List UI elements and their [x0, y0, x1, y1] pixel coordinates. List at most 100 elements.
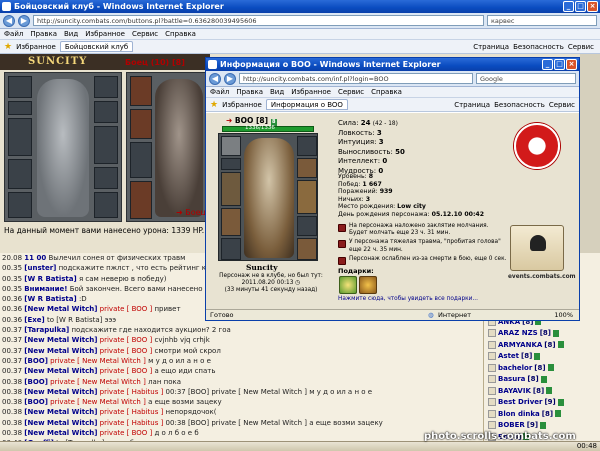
- chat-private-tag[interactable]: private [ Habitus ]: [100, 408, 164, 416]
- minimize-button[interactable]: _: [563, 1, 574, 12]
- chat-nick[interactable]: [New Metal Witch]: [24, 336, 97, 344]
- helmet-slot[interactable]: [221, 136, 241, 156]
- user-list-item[interactable]: Astet [8]: [484, 351, 600, 363]
- tab-info-boo[interactable]: Информация о BOO: [265, 99, 348, 110]
- gloves-slot[interactable]: [94, 101, 118, 123]
- tool-security[interactable]: Безопасность: [513, 43, 564, 51]
- chat-private-tag[interactable]: private [ BOO ]: [100, 305, 153, 313]
- shield-slot[interactable]: [94, 126, 118, 164]
- user-name[interactable]: Astet: [498, 352, 519, 360]
- gifts-hint-link[interactable]: Нажмите сюда, чтобы увидеть все подарки.…: [338, 296, 478, 302]
- chat-private-tag[interactable]: private [ BOO ]: [100, 429, 153, 437]
- user-list-item[interactable]: Basura [8]: [484, 374, 600, 386]
- user-info-icon[interactable]: [488, 409, 496, 418]
- tool-page[interactable]: Страница: [473, 43, 509, 51]
- chat-private-tag[interactable]: private [ BOO ]: [100, 336, 153, 344]
- menu-item[interactable]: Избранное: [291, 87, 331, 97]
- menu-item[interactable]: Правка: [30, 29, 57, 39]
- menu-item[interactable]: Файл: [4, 29, 23, 39]
- menu-item[interactable]: Справка: [371, 87, 402, 97]
- tool-service[interactable]: Сервис: [549, 101, 575, 109]
- ring-slot[interactable]: [94, 76, 118, 98]
- gift-item[interactable]: [339, 276, 357, 294]
- popup-favorites-button[interactable]: Избранное: [222, 101, 262, 109]
- menu-item[interactable]: Файл: [210, 87, 229, 97]
- popup-back-button[interactable]: ◀: [209, 72, 221, 85]
- user-info-icon[interactable]: [488, 329, 496, 338]
- clan-emblem-icon[interactable]: [514, 123, 560, 169]
- gloves-slot[interactable]: [297, 158, 317, 178]
- chat-nick[interactable]: Внимание!: [24, 285, 67, 293]
- menu-item[interactable]: Правка: [236, 87, 263, 97]
- effect-icon[interactable]: [338, 240, 346, 249]
- chat-nick[interactable]: [New Metal Witch]: [24, 388, 97, 396]
- popup-maximize-button[interactable]: □: [554, 59, 565, 70]
- popup-close-button[interactable]: ×: [566, 59, 577, 70]
- main-search-input[interactable]: карвес: [487, 15, 597, 26]
- chat-nick[interactable]: [W R Batista]: [24, 295, 76, 303]
- user-name[interactable]: BOBER: [498, 421, 525, 429]
- chat-nick[interactable]: [W R Batista]: [24, 275, 76, 283]
- boots-slot[interactable]: [297, 238, 317, 260]
- enemy-slot[interactable]: [130, 142, 152, 178]
- chat-nick[interactable]: [BOO]: [24, 398, 48, 406]
- ring-slot[interactable]: [297, 136, 317, 156]
- menu-item[interactable]: Справка: [165, 29, 196, 39]
- chat-nick[interactable]: [New Metal Witch]: [24, 305, 97, 313]
- user-list-item[interactable]: Best Driver [9]: [484, 397, 600, 409]
- tool-page[interactable]: Страница: [454, 101, 490, 109]
- user-list-item[interactable]: Blon dinka [8]: [484, 408, 600, 420]
- events-scroll-icon[interactable]: [510, 225, 564, 271]
- menu-item[interactable]: Вид: [270, 87, 284, 97]
- chat-nick[interactable]: [New Metal Witch]: [24, 347, 97, 355]
- chat-nick[interactable]: [New Metal Witch]: [24, 408, 97, 416]
- chat-nick[interactable]: [New Metal Witch]: [24, 419, 97, 427]
- user-name[interactable]: ARAZ NZS: [498, 329, 538, 337]
- user-list-item[interactable]: ARAZ NZS [8]: [484, 328, 600, 340]
- chat-nick[interactable]: [BOO]: [24, 378, 48, 386]
- menu-item[interactable]: Избранное: [85, 29, 125, 39]
- weapon-slot[interactable]: [8, 118, 32, 156]
- menu-item[interactable]: Вид: [64, 29, 78, 39]
- back-button[interactable]: ◀: [3, 14, 15, 27]
- chat-private-tag[interactable]: private [ Habitus ]: [100, 388, 164, 396]
- shield-slot[interactable]: [297, 180, 317, 214]
- legs-slot[interactable]: [297, 216, 317, 236]
- chat-private-tag[interactable]: private [ New Metal Witch ]: [50, 357, 146, 365]
- popup-search-input[interactable]: Google: [476, 73, 576, 84]
- close-button[interactable]: ×: [587, 1, 598, 12]
- user-info-icon[interactable]: [488, 375, 496, 384]
- popup-url-input[interactable]: http://suncity.combats.com/inf.pl?login=…: [239, 73, 473, 84]
- legs-slot[interactable]: [94, 167, 118, 189]
- user-info-icon[interactable]: [488, 421, 496, 430]
- side-label[interactable]: Боец: [185, 208, 206, 217]
- chat-nick[interactable]: [Exe]: [24, 316, 44, 324]
- armor-slot[interactable]: [221, 208, 241, 236]
- popup-minimize-button[interactable]: _: [542, 59, 553, 70]
- chat-nick[interactable]: [New Metal Witch]: [24, 367, 97, 375]
- user-name[interactable]: bachelor: [498, 364, 532, 372]
- tool-security[interactable]: Безопасность: [494, 101, 545, 109]
- enemy-slot[interactable]: [130, 109, 152, 139]
- events-caption[interactable]: events.combats.com: [508, 274, 576, 280]
- forward-button[interactable]: ▶: [18, 14, 30, 27]
- gift-item[interactable]: [359, 276, 377, 294]
- chat-nick[interactable]: [BOO]: [24, 357, 48, 365]
- chat-nick[interactable]: [unster]: [24, 264, 56, 272]
- enemy-slot[interactable]: [130, 181, 152, 219]
- amulet-slot[interactable]: [221, 158, 241, 170]
- user-name[interactable]: Blon dinka: [498, 410, 540, 418]
- belt-slot[interactable]: [8, 192, 32, 218]
- fighter-name[interactable]: Боец (10) [8]: [125, 58, 185, 67]
- boots-slot[interactable]: [94, 192, 118, 218]
- weapon-slot[interactable]: [221, 172, 241, 206]
- chat-nick[interactable]: [New Metal Witch]: [24, 429, 97, 437]
- char-name[interactable]: BOO [8]: [235, 116, 268, 125]
- user-list-item[interactable]: ARMYANKA [8]: [484, 339, 600, 351]
- chat-private-tag[interactable]: private [ Habitus ]: [100, 419, 164, 427]
- tool-service[interactable]: Сервис: [568, 43, 594, 51]
- chat-private-tag[interactable]: private [ BOO ]: [100, 347, 153, 355]
- chat-private-tag[interactable]: private [ New Metal Witch ]: [50, 378, 146, 386]
- belt-slot[interactable]: [221, 238, 241, 260]
- menu-item[interactable]: Сервис: [338, 87, 364, 97]
